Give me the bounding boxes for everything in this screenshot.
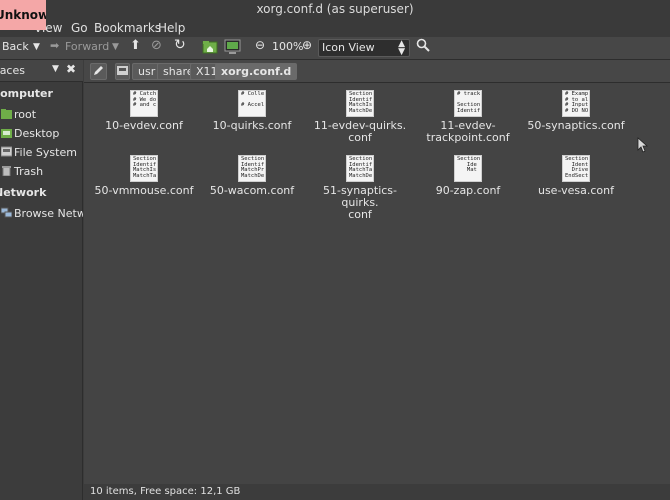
close-icon[interactable]: ✖ (66, 62, 76, 76)
location-bar: usr share X11 xorg.conf.d (84, 60, 670, 83)
sidebar-section-computer: Computer (0, 87, 53, 100)
view-mode-value: Icon View (322, 41, 375, 54)
sidebar-section-network: Network (0, 186, 47, 199)
network-icon (0, 207, 13, 218)
menu-bookmarks[interactable]: Bookmarks (94, 21, 161, 35)
sidebar-item-file-system[interactable]: File System (0, 144, 83, 162)
zoom-in-icon[interactable]: ⊕ (302, 38, 312, 52)
up-arrow-icon[interactable]: ⬆ (130, 38, 141, 53)
title-bar: xorg.conf.d (as superuser) (0, 0, 670, 19)
file-item[interactable]: Section Ident Drive EndSect use-vesa.con… (522, 155, 630, 197)
root-drive-icon[interactable] (115, 63, 130, 80)
file-item[interactable]: # Catch # We do # and c 10-evdev.conf (90, 90, 198, 132)
text-file-icon: # Examp # to al # Input # DO NO (562, 90, 590, 117)
file-name: 50-wacom.conf (209, 184, 295, 197)
unknown-badge-label: Unknown (0, 8, 46, 22)
menu-go[interactable]: Go (71, 21, 88, 35)
text-file-icon: Section Ide Mat (454, 155, 482, 182)
file-view: # Catch # We do # and c 10-evdev.conf # … (84, 83, 670, 484)
toolbar: Back ▼ ➡ Forward ▼ ⬆ ⊘ ↻ ⊖ 100% ⊕ Icon V… (0, 37, 670, 60)
file-name: 11-evdev-quirks. conf (313, 119, 407, 144)
sidebar: Places ▼ ✖ Computer root Desktop File Sy… (0, 60, 83, 500)
sidebar-header: Places ▼ ✖ (0, 60, 83, 82)
status-bar: 10 items, Free space: 12,1 GB (84, 484, 670, 500)
menu-bar: View Go Bookmarks Help (0, 19, 670, 37)
sidebar-item-browse-network[interactable]: Browse Network (0, 205, 83, 223)
zoom-level: 100% (272, 40, 304, 53)
sidebar-item-label: Trash (14, 165, 44, 178)
file-item[interactable]: Section Identif MatchTa MatchDe 51-synap… (306, 155, 414, 221)
window-title: xorg.conf.d (as superuser) (256, 2, 414, 16)
back-history-arrow-icon[interactable]: ▼ (33, 42, 40, 52)
file-name: 10-evdev.conf (105, 119, 183, 132)
breadcrumb-xorg-conf-d[interactable]: xorg.conf.d (215, 63, 298, 80)
sidebar-item-trash[interactable]: Trash (0, 163, 83, 181)
sidebar-item-root[interactable]: root (0, 106, 83, 124)
file-name: use-vesa.conf (537, 184, 614, 197)
file-name: 50-synaptics.conf (527, 119, 625, 132)
trash-icon (1, 165, 12, 177)
forward-history-arrow-icon[interactable]: ▼ (112, 42, 119, 52)
file-item[interactable]: Section Identif MatchIs MatchDe 11-evdev… (306, 90, 414, 144)
sidebar-item-label: root (14, 108, 37, 121)
file-item[interactable]: Section Identif MatchPr MatchDe 50-wacom… (198, 155, 306, 197)
forward-arrow-icon: ➡ (50, 39, 60, 52)
status-text: 10 items, Free space: 12,1 GB (90, 486, 241, 497)
search-icon[interactable] (416, 38, 430, 56)
file-name: 50-vmmouse.conf (94, 184, 194, 197)
file-name: 90-zap.conf (435, 184, 501, 197)
drive-icon (0, 146, 13, 157)
text-file-icon: # Catch # We do # and c (130, 90, 158, 117)
text-file-icon: # Colle # Accel (238, 90, 266, 117)
sidebar-item-label: Desktop (14, 127, 60, 140)
file-name: 51-synaptics-quirks. conf (322, 184, 398, 221)
file-item[interactable]: Section Ide Mat 90-zap.conf (414, 155, 522, 197)
file-item[interactable]: # Colle # Accel 10-quirks.conf (198, 90, 306, 132)
stop-icon[interactable]: ⊘ (151, 38, 162, 53)
reload-icon[interactable]: ↻ (174, 37, 186, 53)
desktop-folder-icon (1, 127, 12, 138)
text-file-icon: Section Identif MatchIs MatchTa (130, 155, 158, 182)
file-item[interactable]: # track Section Identif 11-evdev- trackp… (414, 90, 522, 144)
computer-icon[interactable] (224, 39, 241, 58)
file-item[interactable]: # Examp # to al # Input # DO NO 50-synap… (522, 90, 630, 132)
select-arrows-icon: ▲ ▼ (398, 39, 405, 57)
text-file-icon: Section Identif MatchTa MatchDe (346, 155, 374, 182)
text-file-icon: Section Identif MatchIs MatchDe (346, 90, 374, 117)
home-folder-icon[interactable] (202, 39, 218, 58)
menu-help[interactable]: Help (158, 21, 185, 35)
forward-button[interactable]: Forward (65, 40, 109, 53)
sidebar-places-label[interactable]: Places (0, 64, 25, 77)
text-file-icon: Section Identif MatchPr MatchDe (238, 155, 266, 182)
sidebar-dropdown-icon[interactable]: ▼ (52, 64, 59, 74)
sidebar-item-desktop[interactable]: Desktop (0, 125, 83, 143)
zoom-out-icon[interactable]: ⊖ (255, 38, 265, 52)
unknown-badge: Unknown (0, 0, 46, 30)
file-item[interactable]: Section Identif MatchIs MatchTa 50-vmmou… (90, 155, 198, 197)
view-mode-select[interactable]: Icon View ▲ ▼ (318, 39, 410, 57)
edit-location-icon[interactable] (90, 63, 107, 80)
text-file-icon: Section Ident Drive EndSect (562, 155, 590, 182)
home-folder-icon (1, 108, 12, 119)
back-button[interactable]: Back (2, 40, 29, 53)
file-name: 11-evdev- trackpoint.conf (426, 119, 510, 144)
file-name: 10-quirks.conf (212, 119, 292, 132)
sidebar-item-label: Browse Network (14, 207, 83, 220)
sidebar-item-label: File System (14, 146, 77, 159)
text-file-icon: # track Section Identif (454, 90, 482, 117)
